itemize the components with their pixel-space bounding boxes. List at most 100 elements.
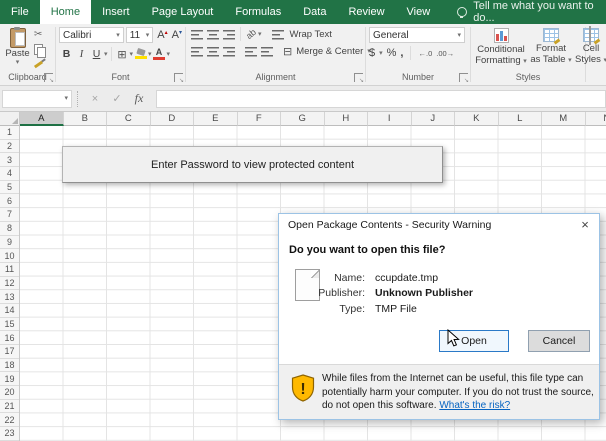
- font-size-value: 11: [130, 30, 140, 41]
- row-header-1[interactable]: 1: [0, 126, 19, 140]
- row-header-8[interactable]: 8: [0, 222, 19, 236]
- increase-decimal-button[interactable]: ←.0: [418, 49, 432, 58]
- close-icon[interactable]: ×: [576, 216, 594, 233]
- shrink-font-button[interactable]: A▾: [172, 29, 182, 41]
- comma-style-button[interactable]: ,: [400, 47, 403, 59]
- tab-insert[interactable]: Insert: [91, 0, 141, 24]
- fill-color-button[interactable]: [134, 46, 147, 62]
- row-header-4[interactable]: 4: [0, 167, 19, 181]
- row-header-14[interactable]: 14: [0, 304, 19, 318]
- column-headers: ABCDEFGHIJKLMN: [20, 112, 606, 126]
- row-header-18[interactable]: 18: [0, 359, 19, 373]
- column-header-G[interactable]: G: [281, 112, 325, 126]
- whats-the-risk-link[interactable]: What's the risk?: [439, 400, 510, 411]
- tab-file[interactable]: File: [0, 0, 40, 24]
- format-as-table-button[interactable]: Format as Table ▾: [530, 27, 572, 65]
- alignment-dialog-launcher[interactable]: [354, 73, 363, 82]
- column-header-A[interactable]: A: [20, 112, 64, 126]
- wrap-text-button[interactable]: Wrap Text: [270, 29, 332, 40]
- formula-cancel-button[interactable]: ×: [84, 93, 106, 105]
- font-dialog-launcher[interactable]: [174, 73, 183, 82]
- enter-password-button[interactable]: Enter Password to view protected content: [62, 146, 443, 183]
- row-header-7[interactable]: 7: [0, 208, 19, 222]
- percent-style-button[interactable]: %: [387, 47, 397, 59]
- row-header-12[interactable]: 12: [0, 277, 19, 291]
- column-header-J[interactable]: J: [412, 112, 456, 126]
- column-header-N[interactable]: N: [586, 112, 606, 126]
- row-header-11[interactable]: 11: [0, 263, 19, 277]
- column-header-H[interactable]: H: [325, 112, 369, 126]
- column-header-C[interactable]: C: [107, 112, 151, 126]
- align-right-button[interactable]: [223, 46, 235, 57]
- column-header-I[interactable]: I: [368, 112, 412, 126]
- grow-font-button[interactable]: A▴: [157, 29, 167, 41]
- row-header-3[interactable]: 3: [0, 153, 19, 167]
- formula-enter-button[interactable]: ✓: [106, 92, 128, 105]
- underline-button[interactable]: U: [90, 46, 103, 62]
- row-header-13[interactable]: 13: [0, 290, 19, 304]
- column-header-E[interactable]: E: [194, 112, 238, 126]
- row-header-2[interactable]: 2: [0, 140, 19, 154]
- merge-center-button[interactable]: ⊟Merge & Center▾: [283, 45, 371, 58]
- tab-review[interactable]: Review: [337, 0, 395, 24]
- column-header-L[interactable]: L: [499, 112, 543, 126]
- align-middle-button[interactable]: [207, 29, 219, 40]
- column-header-F[interactable]: F: [238, 112, 282, 126]
- decrease-decimal-button[interactable]: .00→: [436, 49, 454, 58]
- font-size-combo[interactable]: 11 ▾: [126, 27, 154, 43]
- row-header-15[interactable]: 15: [0, 318, 19, 332]
- tab-page-layout[interactable]: Page Layout: [141, 0, 225, 24]
- align-bottom-button[interactable]: [223, 29, 235, 40]
- conditional-formatting-button[interactable]: Conditional Formatting ▾: [474, 27, 528, 66]
- number-format-value: General: [373, 30, 409, 41]
- row-header-17[interactable]: 17: [0, 345, 19, 359]
- formula-input[interactable]: [156, 90, 606, 108]
- align-top-button[interactable]: [191, 29, 203, 40]
- row-header-5[interactable]: 5: [0, 181, 19, 195]
- italic-button[interactable]: I: [75, 46, 88, 62]
- number-dialog-launcher[interactable]: [459, 73, 468, 82]
- column-header-D[interactable]: D: [151, 112, 195, 126]
- orientation-button[interactable]: ab: [244, 27, 258, 41]
- column-header-B[interactable]: B: [64, 112, 108, 126]
- tab-view[interactable]: View: [396, 0, 442, 24]
- row-header-19[interactable]: 19: [0, 372, 19, 386]
- bold-button[interactable]: B: [60, 46, 73, 62]
- format-painter-button[interactable]: [34, 57, 52, 71]
- align-center-button[interactable]: [207, 46, 219, 57]
- cut-button[interactable]: ✂: [34, 27, 52, 41]
- font-name-combo[interactable]: Calibri ▾: [59, 27, 124, 43]
- grow-font-icon: A: [157, 29, 164, 41]
- row-header-10[interactable]: 10: [0, 249, 19, 263]
- row-header-22[interactable]: 22: [0, 413, 19, 427]
- tab-data[interactable]: Data: [292, 0, 337, 24]
- paste-button[interactable]: Paste ▾: [3, 27, 32, 71]
- copy-button[interactable]: [34, 42, 52, 56]
- number-format-combo[interactable]: General ▾: [369, 27, 465, 43]
- decrease-indent-button[interactable]: [245, 46, 257, 57]
- insert-function-button[interactable]: fx: [128, 91, 150, 106]
- tab-formulas[interactable]: Formulas: [224, 0, 292, 24]
- name-field-row: Name: ccupdate.tmp: [289, 272, 438, 284]
- font-color-button[interactable]: A: [153, 46, 166, 62]
- name-box[interactable]: ▾: [2, 90, 72, 108]
- column-header-K[interactable]: K: [455, 112, 499, 126]
- row-header-9[interactable]: 9: [0, 236, 19, 250]
- column-header-M[interactable]: M: [542, 112, 586, 126]
- row-header-21[interactable]: 21: [0, 400, 19, 414]
- accounting-format-button[interactable]: $: [369, 47, 375, 59]
- row-header-16[interactable]: 16: [0, 331, 19, 345]
- cancel-button[interactable]: Cancel: [528, 330, 590, 352]
- align-left-button[interactable]: [191, 46, 203, 57]
- tell-me-box[interactable]: Tell me what you want to do...: [457, 0, 606, 24]
- column-header-row: ABCDEFGHIJKLMN: [0, 112, 606, 126]
- tab-home[interactable]: Home: [40, 0, 91, 24]
- dropdown-icon: ▾: [16, 59, 20, 66]
- row-header-20[interactable]: 20: [0, 386, 19, 400]
- increase-indent-button[interactable]: [261, 46, 273, 57]
- row-header-23[interactable]: 23: [0, 427, 19, 441]
- row-header-6[interactable]: 6: [0, 194, 19, 208]
- select-all-corner[interactable]: [0, 112, 20, 126]
- clipboard-dialog-launcher[interactable]: [44, 73, 53, 82]
- borders-button[interactable]: ⊞: [116, 46, 129, 62]
